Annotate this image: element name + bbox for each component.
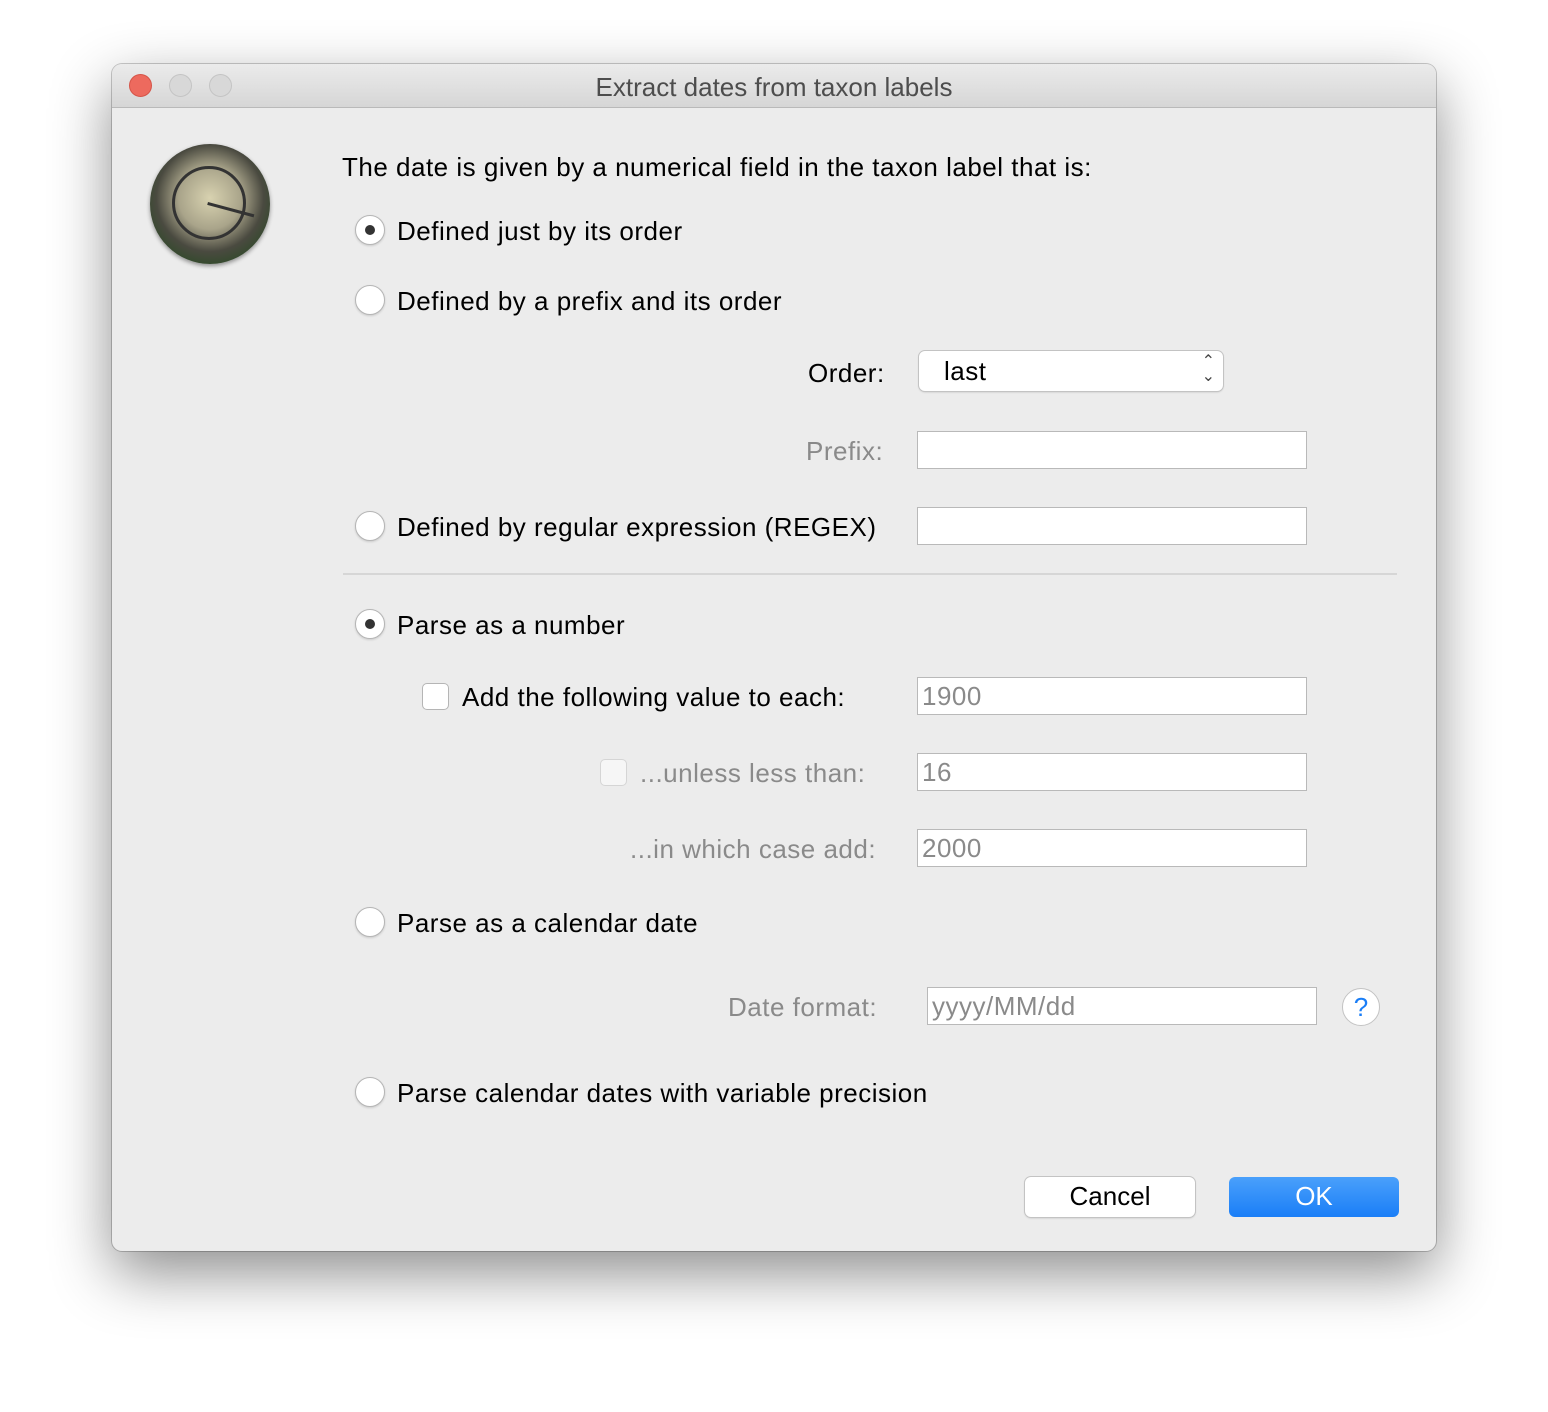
- clock-app-icon: [150, 144, 270, 264]
- radio-label[interactable]: Parse calendar dates with variable preci…: [397, 1078, 928, 1109]
- add-value-checkbox[interactable]: [422, 683, 449, 710]
- cancel-button[interactable]: Cancel: [1025, 1177, 1195, 1217]
- title-bar: Extract dates from taxon labels: [112, 64, 1436, 108]
- radio-defined-by-prefix[interactable]: [355, 285, 385, 315]
- radio-label[interactable]: Defined just by its order: [397, 216, 683, 247]
- radio-variable-precision[interactable]: [355, 1077, 385, 1107]
- radio-parse-number[interactable]: [355, 609, 385, 639]
- updown-chevron-icon: ⌃ ⌄: [1201, 353, 1215, 385]
- in-which-case-input[interactable]: 2000: [917, 829, 1307, 867]
- radio-label[interactable]: Defined by a prefix and its order: [397, 286, 782, 317]
- prefix-input[interactable]: [917, 431, 1307, 469]
- order-value: last: [944, 356, 987, 386]
- regex-input[interactable]: [917, 507, 1307, 545]
- divider: [343, 573, 1397, 575]
- heading: The date is given by a numerical field i…: [342, 152, 1092, 182]
- add-value-input[interactable]: 1900: [917, 677, 1307, 715]
- help-icon: ?: [1353, 992, 1369, 1022]
- in-which-case-label: ...in which case add:: [630, 834, 877, 864]
- add-value-label[interactable]: Add the following value to each:: [462, 682, 845, 713]
- order-select[interactable]: last ⌃ ⌄: [919, 351, 1223, 391]
- date-format-label: Date format:: [728, 992, 878, 1022]
- radio-parse-calendar[interactable]: [355, 907, 385, 937]
- prefix-label: Prefix:: [806, 436, 884, 466]
- ok-button[interactable]: OK: [1229, 1177, 1399, 1217]
- order-label: Order:: [808, 358, 885, 388]
- date-format-input[interactable]: yyyy/MM/dd: [927, 987, 1317, 1025]
- help-button[interactable]: ?: [1342, 988, 1380, 1026]
- dialog-window: Extract dates from taxon labels The date…: [112, 64, 1436, 1251]
- radio-defined-by-order[interactable]: [355, 215, 385, 245]
- radio-regex[interactable]: [355, 511, 385, 541]
- unless-checkbox[interactable]: [600, 759, 627, 786]
- radio-label[interactable]: Defined by regular expression (REGEX): [397, 512, 876, 543]
- radio-label[interactable]: Parse as a calendar date: [397, 908, 698, 939]
- unless-input[interactable]: 16: [917, 753, 1307, 791]
- radio-label[interactable]: Parse as a number: [397, 610, 625, 641]
- window-title: Extract dates from taxon labels: [595, 72, 953, 102]
- unless-label: ...unless less than:: [640, 758, 866, 788]
